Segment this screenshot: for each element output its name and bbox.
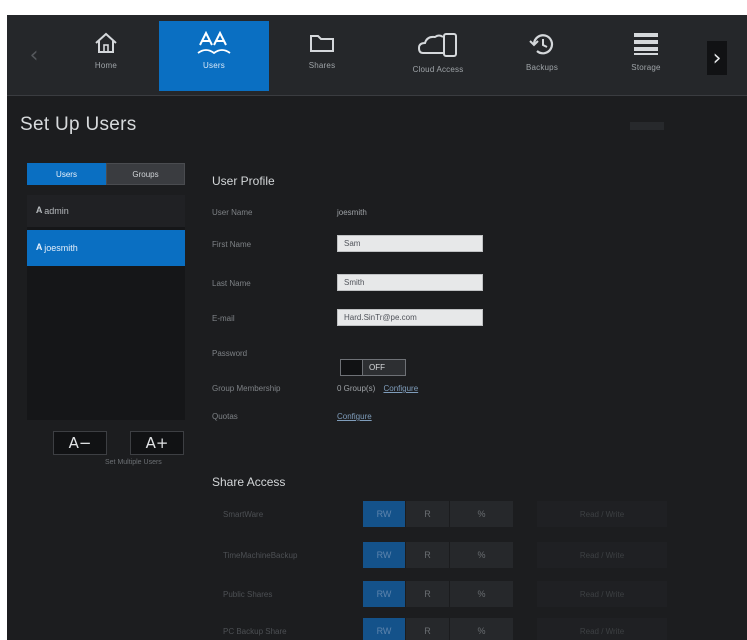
home-icon — [95, 32, 117, 53]
read-write-option[interactable]: RW — [363, 618, 405, 640]
share-permission-selector: RW R % — [363, 618, 513, 640]
share-name: TimeMachineBackup — [223, 551, 298, 560]
first-name-field[interactable]: Sam — [337, 235, 483, 252]
read-only-option[interactable]: R — [405, 618, 449, 640]
remove-user-button[interactable]: A− — [53, 431, 107, 455]
user-profile-heading: User Profile — [212, 174, 275, 188]
users-icon — [197, 31, 231, 55]
user-icon: 𝐀 — [36, 206, 43, 216]
share-row: Public Shares RW R % Read / Write — [211, 581, 671, 607]
page-title: Set Up Users — [20, 114, 137, 135]
share-permission-text: Read / Write — [537, 501, 667, 527]
username-label: User Name — [212, 208, 253, 217]
username-value: joesmith — [337, 208, 367, 217]
nav-item-storage[interactable]: Storage — [591, 21, 701, 91]
no-access-option[interactable]: % — [449, 501, 513, 527]
read-write-option[interactable]: RW — [363, 581, 405, 607]
quota-configure-link[interactable]: Configure — [337, 412, 372, 421]
group-membership-label: Group Membership — [212, 384, 281, 393]
user-name: joesmith — [44, 243, 78, 253]
nav-scroll-right-icon[interactable]: › — [707, 41, 727, 75]
toggle-knob — [341, 360, 363, 375]
share-row: SmartWare RW R % Read / Write — [211, 501, 671, 527]
first-name-label: First Name — [212, 240, 252, 249]
share-permission-selector: RW R % — [363, 542, 513, 568]
quota-label: Quotas — [212, 412, 238, 421]
nav-item-shares[interactable]: Shares — [267, 21, 377, 91]
share-row: PC Backup Share RW R % Read / Write — [211, 618, 671, 640]
read-only-option[interactable]: R — [405, 581, 449, 607]
list-item-admin[interactable]: 𝐀 admin — [27, 195, 185, 227]
group-count: 0 Group(s) — [337, 384, 376, 393]
help-link[interactable] — [630, 122, 664, 130]
group-configure-link[interactable]: Configure — [383, 384, 418, 393]
read-only-option[interactable]: R — [405, 501, 449, 527]
add-user-button[interactable]: A+ — [130, 431, 184, 455]
user-name: admin — [44, 206, 69, 216]
no-access-option[interactable]: % — [449, 618, 513, 640]
user-icon: 𝐀 — [36, 243, 43, 253]
nav-label: Users — [203, 61, 225, 70]
top-navigation: ‹ Home Users Shares Cloud Access Backups… — [7, 15, 747, 96]
tab-groups[interactable]: Groups — [106, 163, 185, 185]
nav-label: Shares — [308, 61, 336, 70]
folder-icon — [310, 35, 334, 52]
email-label: E-mail — [212, 314, 235, 323]
nav-item-backups[interactable]: Backups — [487, 21, 597, 91]
nav-label: Cloud Access — [412, 65, 464, 74]
share-name: PC Backup Share — [223, 627, 287, 636]
nav-item-cloud-access[interactable]: Cloud Access — [383, 21, 493, 91]
quota-value: Configure — [337, 412, 372, 421]
user-list: 𝐀 admin 𝐀 joesmith — [27, 195, 185, 420]
share-row: TimeMachineBackup RW R % Read / Write — [211, 542, 671, 568]
no-access-option[interactable]: % — [449, 542, 513, 568]
share-permission-selector: RW R % — [363, 501, 513, 527]
share-permission-selector: RW R % — [363, 581, 513, 607]
share-access-heading: Share Access — [212, 475, 286, 489]
read-write-option[interactable]: RW — [363, 542, 405, 568]
last-name-field[interactable]: Smith — [337, 274, 483, 291]
nav-label: Storage — [631, 63, 661, 72]
share-permission-text: Read / Write — [537, 581, 667, 607]
toggle-state: OFF — [363, 360, 405, 375]
history-icon — [529, 34, 554, 55]
share-name: SmartWare — [223, 510, 264, 519]
nav-label: Backups — [525, 63, 559, 72]
user-group-tabs: Users Groups — [27, 163, 185, 185]
share-permission-text: Read / Write — [537, 542, 667, 568]
no-access-option[interactable]: % — [449, 581, 513, 607]
email-field[interactable]: Hard.SinTr@pe.com — [337, 309, 483, 326]
nav-item-users[interactable]: Users — [159, 21, 269, 91]
share-name: Public Shares — [223, 590, 273, 599]
share-permission-text: Read / Write — [537, 618, 667, 640]
tab-users[interactable]: Users — [27, 163, 106, 185]
group-membership-value: 0 Group(s) Configure — [337, 384, 418, 393]
nav-item-home[interactable]: Home — [51, 21, 161, 91]
list-item-joesmith[interactable]: 𝐀 joesmith — [27, 230, 185, 266]
last-name-label: Last Name — [212, 279, 251, 288]
read-only-option[interactable]: R — [405, 542, 449, 568]
cloud-device-icon — [417, 33, 457, 57]
read-write-option[interactable]: RW — [363, 501, 405, 527]
password-label: Password — [212, 349, 248, 358]
app-frame: ‹ Home Users Shares Cloud Access Backups… — [7, 15, 747, 640]
password-toggle[interactable]: OFF — [340, 359, 406, 376]
storage-icon — [634, 33, 658, 55]
nav-scroll-left-icon[interactable]: ‹ — [23, 37, 45, 73]
multiple-users-link[interactable]: Set Multiple Users — [105, 459, 162, 466]
nav-label: Home — [94, 61, 118, 70]
